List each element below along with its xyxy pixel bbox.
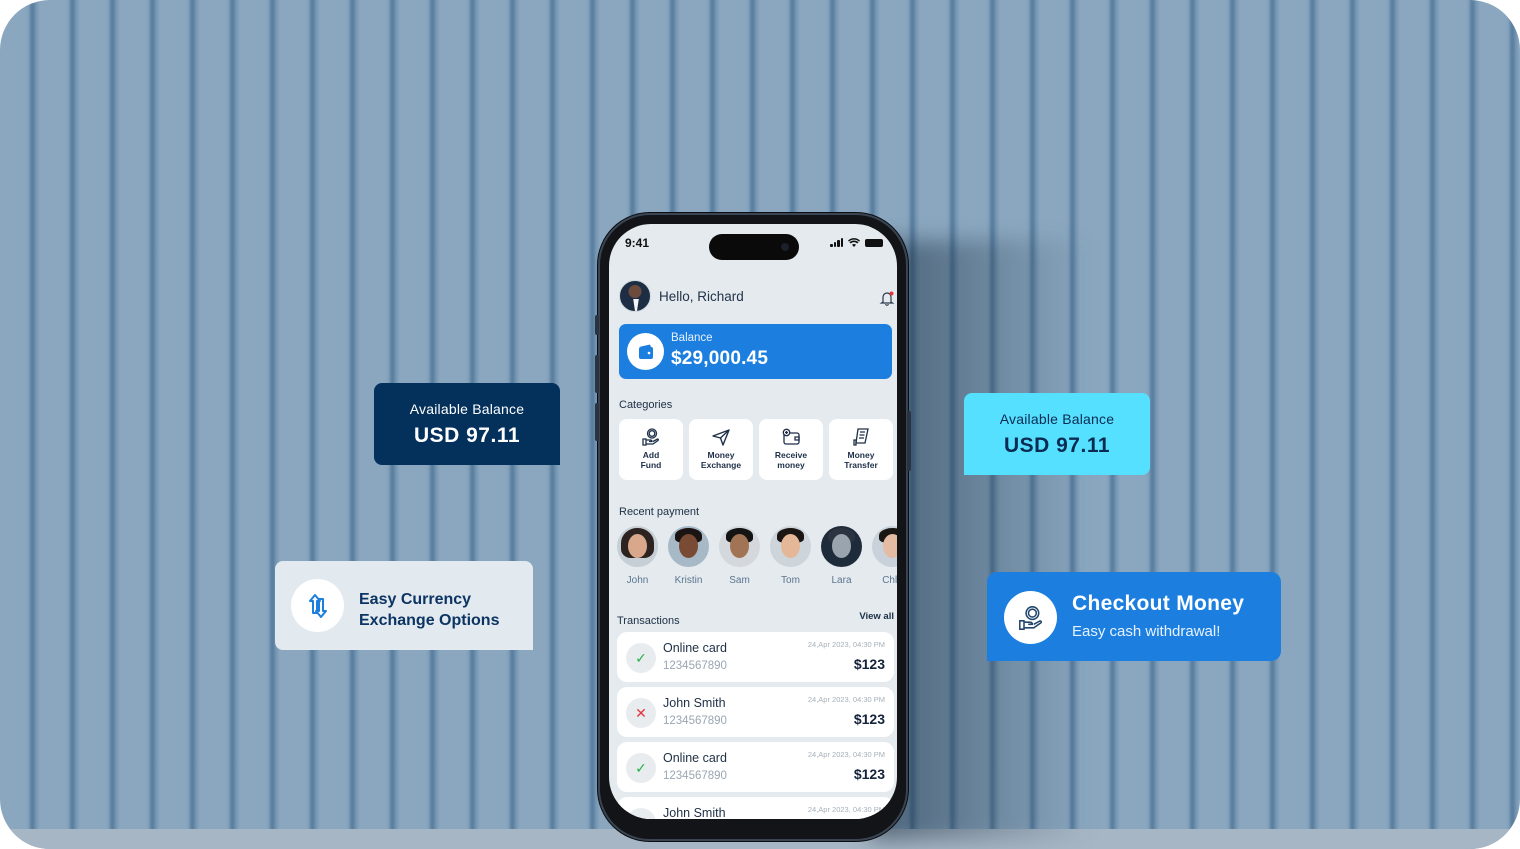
notification-bell-icon[interactable] (879, 290, 895, 306)
contact-name: Kristin (674, 575, 703, 586)
balance-label: Balance (671, 332, 713, 344)
power-button (907, 411, 911, 471)
category-label: Money Exchange (700, 450, 742, 470)
transaction-row[interactable]: ✕ John Smith 24,Apr 2023, 04:30 PM (617, 797, 894, 819)
contact-avatar (770, 526, 811, 567)
transactions-title: Transactions (617, 615, 680, 627)
checkout-money-card: Checkout Money Easy cash withdrawal! (987, 572, 1281, 661)
recent-payment-list: John Kristin Sam Tom Lara Chl (617, 526, 897, 586)
contact-avatar (719, 526, 760, 567)
hand-coin-icon (1004, 591, 1057, 644)
contact-avatar (872, 526, 897, 567)
balance-value: $29,000.45 (671, 348, 769, 369)
dynamic-island (709, 234, 799, 260)
transaction-number: 1234567890 (663, 770, 727, 782)
transaction-amount: $123 (853, 766, 885, 782)
recent-contact[interactable]: Chlo (872, 526, 897, 586)
category-label: Receive money (774, 450, 808, 470)
transaction-number: 1234567890 (663, 715, 727, 727)
contact-name: Tom (781, 575, 800, 586)
paper-plane-icon (712, 429, 730, 446)
cellular-signal-icon (830, 238, 843, 247)
phone-screen: 9:41 Hello, Richard Balance $29,000.45 C… (609, 224, 897, 819)
contact-avatar (617, 526, 658, 567)
wallet-plus-icon (782, 428, 800, 445)
close-icon: ✕ (626, 808, 656, 819)
contact-name: Sam (729, 575, 750, 586)
transaction-date: 24,Apr 2023, 04:30 PM (807, 805, 885, 814)
checkout-title: Checkout Money (1072, 592, 1245, 615)
category-money-transfer[interactable]: Money Transfer (829, 419, 893, 480)
balance-card[interactable]: Balance $29,000.45 (619, 324, 892, 379)
background-stage: 9:41 Hello, Richard Balance $29,000.45 C… (0, 0, 1520, 849)
volume-up-button (595, 355, 599, 393)
available-balance-label: Available Balance (999, 411, 1115, 427)
transaction-name: John Smith (663, 806, 726, 819)
hand-coin-icon (642, 428, 660, 446)
recent-contact[interactable]: John (617, 526, 658, 586)
transaction-row[interactable]: ✓ Online card 1234567890 24,Apr 2023, 04… (617, 632, 894, 682)
transaction-row[interactable]: ✕ John Smith 1234567890 24,Apr 2023, 04:… (617, 687, 894, 737)
battery-icon (865, 239, 883, 247)
greeting-header: Hello, Richard (619, 280, 744, 312)
transaction-row[interactable]: ✓ Online card 1234567890 24,Apr 2023, 04… (617, 742, 894, 792)
exchange-text-line1: Easy Currency (359, 591, 472, 608)
status-bar: 9:41 (609, 224, 897, 264)
recent-contact[interactable]: Kristin (668, 526, 709, 586)
category-money-exchange[interactable]: Money Exchange (689, 419, 753, 480)
transaction-date: 24,Apr 2023, 04:30 PM (807, 695, 885, 704)
categories-row: Add Fund Money Exchange Receive money Mo… (619, 419, 893, 480)
available-balance-label: Available Balance (409, 401, 525, 417)
volume-down-button (595, 403, 599, 441)
checkout-subtitle: Easy cash withdrawal! (1072, 623, 1221, 640)
recent-contact[interactable]: Sam (719, 526, 760, 586)
available-balance-card-light: Available Balance USD 97.11 (964, 393, 1150, 475)
exchange-text-line2: Exchange Options (359, 612, 500, 629)
receipt-icon (853, 428, 869, 446)
status-time: 9:41 (625, 236, 650, 250)
status-icons (830, 238, 883, 247)
transaction-amount: $123 (853, 711, 885, 727)
recent-payment-title: Recent payment (619, 506, 700, 518)
action-button (595, 315, 599, 335)
category-receive-money[interactable]: Receive money (759, 419, 823, 480)
category-label: Money Transfer (844, 450, 878, 470)
contact-name: John (626, 575, 649, 586)
transactions-header: Transactions View all (617, 611, 894, 629)
check-icon: ✓ (626, 643, 656, 673)
category-label: Add Fund (640, 450, 662, 470)
contact-avatar (821, 526, 862, 567)
wifi-icon (848, 238, 860, 247)
contact-name: Chlo (882, 575, 897, 586)
transaction-amount: $123 (853, 656, 885, 672)
wallet-icon (627, 333, 664, 370)
transaction-name: John Smith (663, 696, 726, 710)
view-all-link[interactable]: View all (859, 611, 894, 622)
phone-mockup: 9:41 Hello, Richard Balance $29,000.45 C… (595, 213, 911, 841)
transaction-number: 1234567890 (663, 660, 727, 672)
available-balance-value: USD 97.11 (1003, 434, 1111, 457)
greeting-text: Hello, Richard (659, 288, 744, 304)
contact-name: Lara (831, 575, 852, 586)
exchange-text: Easy Currency Exchange Options (359, 589, 499, 631)
transaction-name: Online card (663, 751, 727, 765)
check-icon: ✓ (626, 753, 656, 783)
user-avatar[interactable] (619, 280, 651, 312)
transactions-list: ✓ Online card 1234567890 24,Apr 2023, 04… (617, 632, 894, 819)
transaction-name: Online card (663, 641, 727, 655)
currency-exchange-card: Easy Currency Exchange Options (275, 561, 533, 650)
close-icon: ✕ (626, 698, 656, 728)
transaction-date: 24,Apr 2023, 04:30 PM (807, 750, 885, 759)
category-add-fund[interactable]: Add Fund (619, 419, 683, 480)
recent-contact[interactable]: Lara (821, 526, 862, 586)
transaction-date: 24,Apr 2023, 04:30 PM (807, 640, 885, 649)
categories-title: Categories (619, 399, 673, 411)
recent-contact[interactable]: Tom (770, 526, 811, 586)
exchange-arrows-icon (291, 579, 344, 632)
available-balance-card-dark: Available Balance USD 97.11 (374, 383, 560, 465)
available-balance-value: USD 97.11 (413, 424, 521, 447)
contact-avatar (668, 526, 709, 567)
